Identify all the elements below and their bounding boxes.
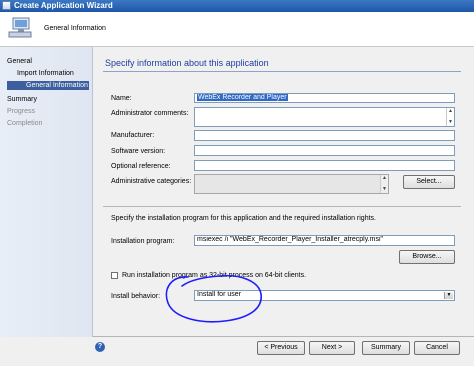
computer-icon bbox=[8, 17, 32, 38]
scroll-down-icon[interactable]: ▼ bbox=[447, 119, 454, 126]
summary-button[interactable]: Summary bbox=[362, 341, 410, 355]
section-divider bbox=[103, 206, 461, 207]
window-title: Create Application Wizard bbox=[14, 1, 113, 10]
title-bar: Create Application Wizard bbox=[0, 0, 474, 12]
admin-comments-scrollbar[interactable]: ▲ ▼ bbox=[446, 108, 454, 126]
nav-item-completion: Completion bbox=[7, 120, 43, 127]
install-program-value: msiexec /i "WebEx_Recorder_Player_Instal… bbox=[197, 236, 384, 243]
nav-item-import-information[interactable]: Import Information bbox=[17, 70, 74, 77]
annotation-circle bbox=[165, 274, 262, 323]
nav-item-general[interactable]: General bbox=[7, 58, 32, 65]
software-version-label: Software version: bbox=[111, 148, 166, 155]
select-button[interactable]: Select... bbox=[403, 175, 455, 189]
install-behavior-label: Install behavior: bbox=[111, 293, 161, 300]
admin-categories-scrollbar: ▲ ▼ bbox=[380, 175, 388, 193]
admin-categories-field: ▲ ▼ bbox=[194, 174, 389, 194]
header-title: General Information bbox=[44, 25, 106, 32]
install-program-label: Installation program: bbox=[111, 238, 175, 245]
help-icon[interactable]: ? bbox=[95, 342, 105, 352]
wizard-nav bbox=[0, 47, 93, 337]
chevron-down-icon[interactable]: ▼ bbox=[444, 292, 453, 299]
nav-item-general-information[interactable]: General Information bbox=[7, 81, 89, 90]
scroll-up-icon: ▲ bbox=[382, 175, 387, 181]
heading-divider bbox=[103, 71, 461, 72]
run-32bit-checkbox[interactable] bbox=[111, 272, 118, 279]
scroll-up-icon[interactable]: ▲ bbox=[447, 108, 454, 115]
page-heading: Specify information about this applicati… bbox=[105, 58, 269, 68]
manufacturer-label: Manufacturer: bbox=[111, 132, 155, 139]
window-icon bbox=[2, 1, 11, 10]
browse-button[interactable]: Browse... bbox=[399, 250, 455, 264]
admin-comments-field[interactable]: ▲ ▼ bbox=[194, 107, 455, 127]
software-version-field[interactable] bbox=[194, 145, 455, 156]
name-label: Name: bbox=[111, 95, 132, 102]
nav-item-progress: Progress bbox=[7, 108, 36, 115]
install-instructions: Specify the installation program for thi… bbox=[111, 215, 376, 222]
nav-item-summary[interactable]: Summary bbox=[7, 96, 37, 103]
name-field[interactable]: WebEx Recorder and Player bbox=[194, 93, 455, 103]
next-button[interactable]: Next > bbox=[309, 341, 355, 355]
optional-reference-label: Optional reference: bbox=[111, 163, 171, 170]
wizard-header: General Information bbox=[0, 12, 474, 47]
previous-button[interactable]: < Previous bbox=[257, 341, 305, 355]
admin-categories-label: Administrative categories: bbox=[111, 178, 192, 185]
install-program-field[interactable]: msiexec /i "WebEx_Recorder_Player_Instal… bbox=[194, 235, 455, 246]
cancel-button[interactable]: Cancel bbox=[414, 341, 460, 355]
footer-divider bbox=[93, 336, 474, 337]
optional-reference-field[interactable] bbox=[194, 160, 455, 171]
nav-item-label: General Information bbox=[26, 82, 88, 89]
scroll-down-icon: ▼ bbox=[382, 186, 387, 192]
admin-comments-label: Administrator comments: bbox=[111, 110, 189, 117]
name-value: WebEx Recorder and Player bbox=[197, 94, 288, 101]
manufacturer-field[interactable] bbox=[194, 130, 455, 141]
